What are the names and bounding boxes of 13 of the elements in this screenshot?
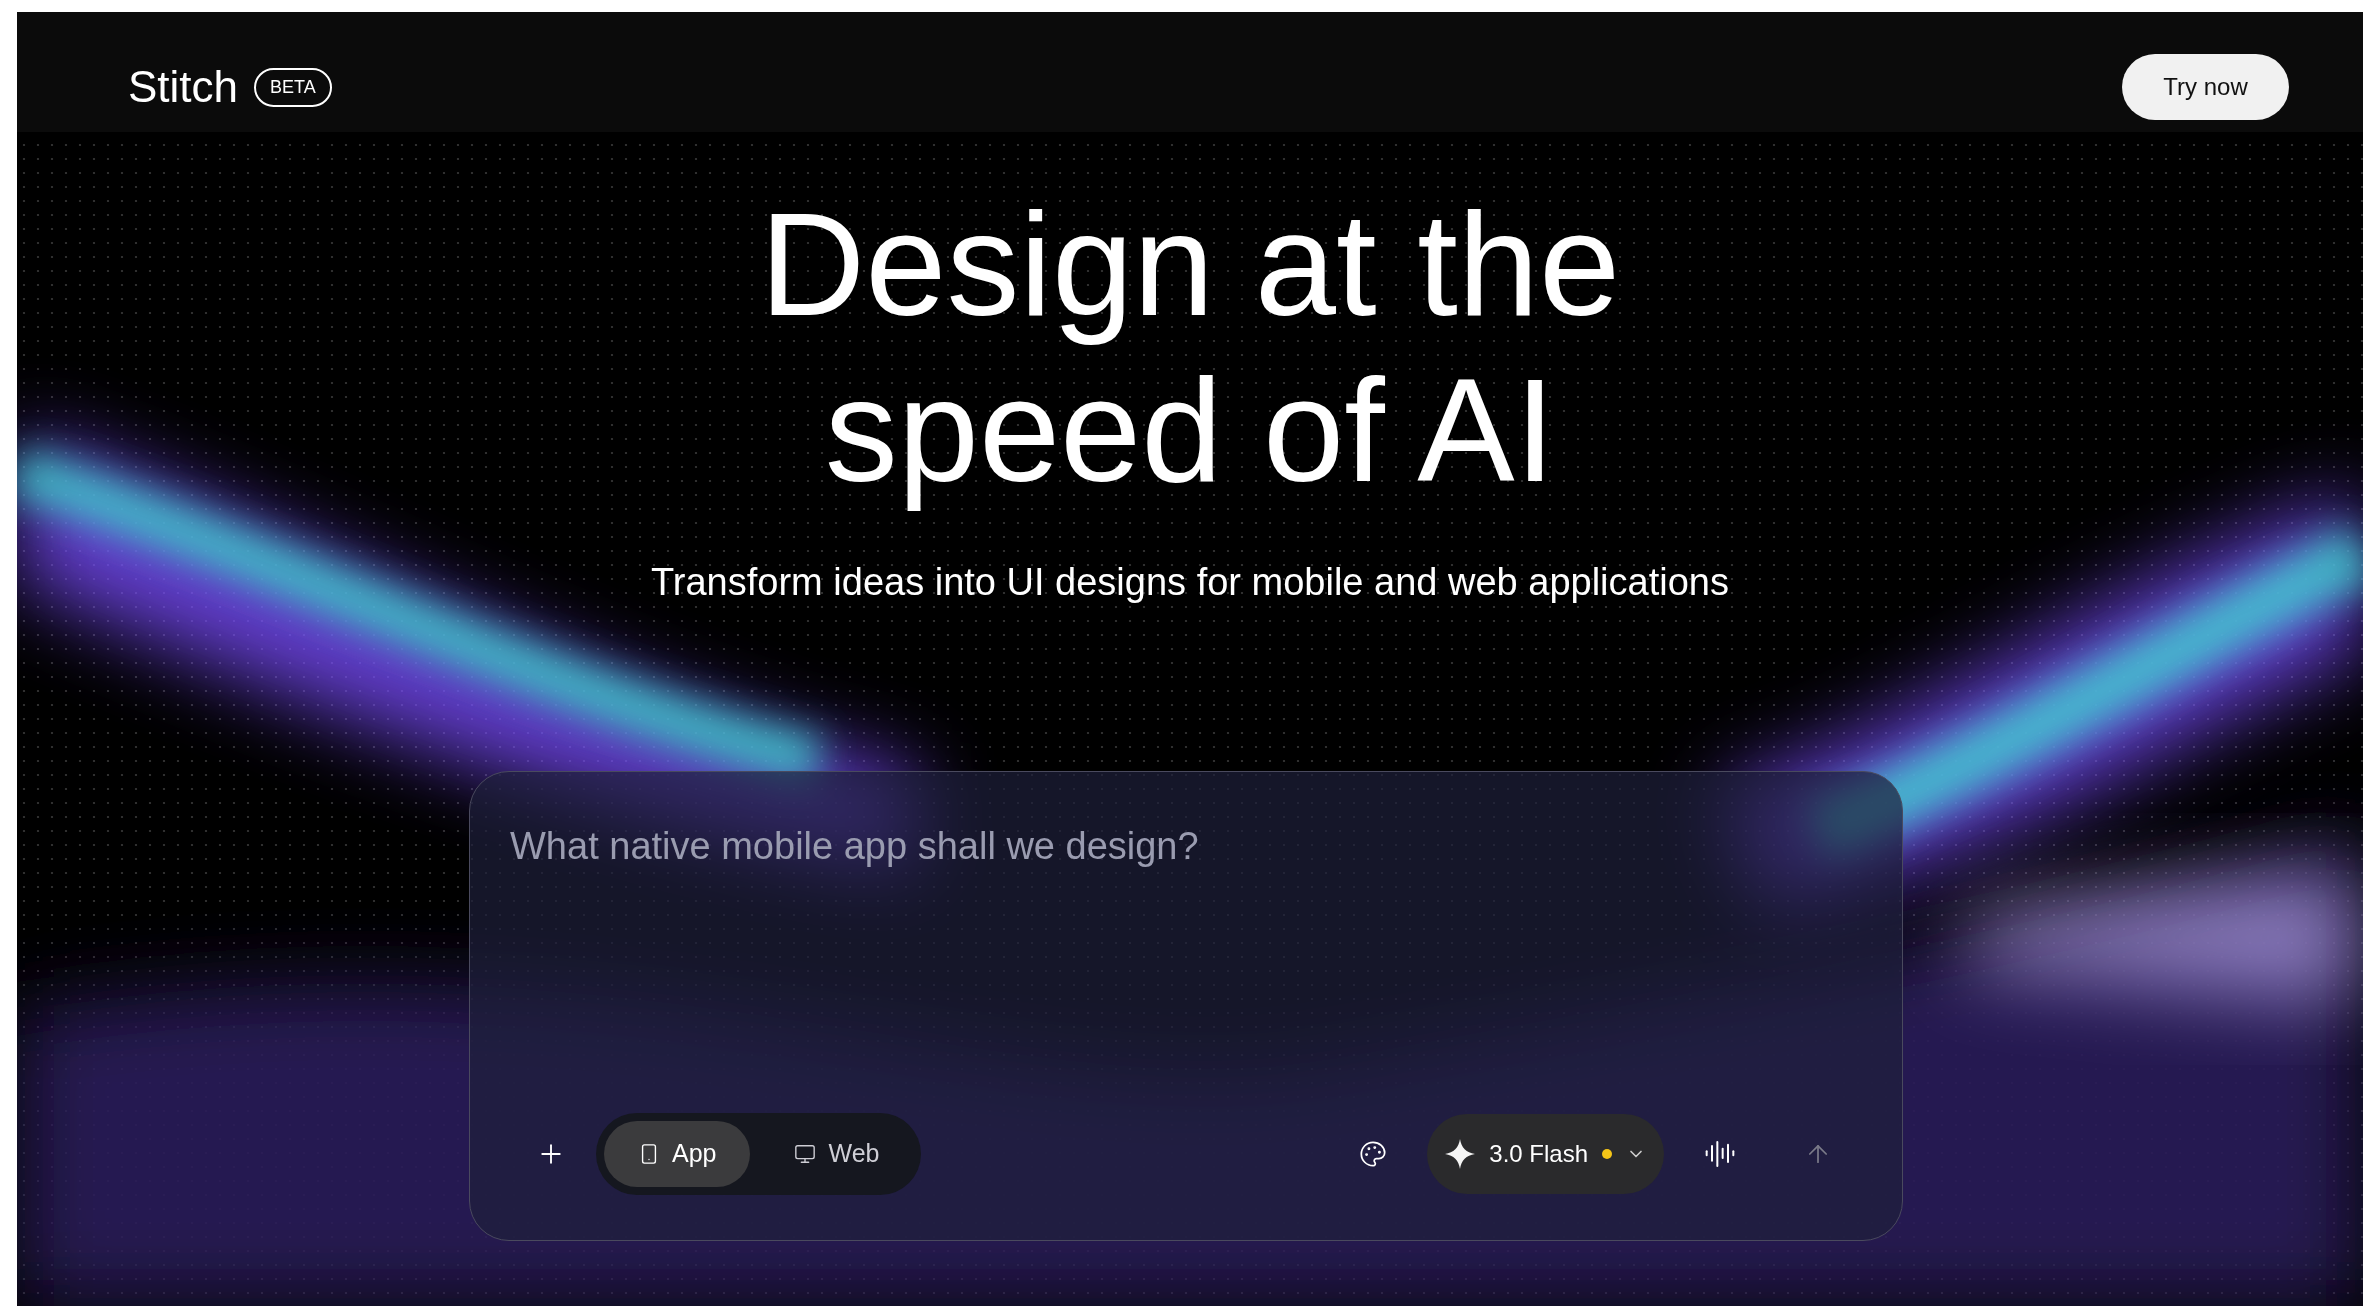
logo-text: Stitch [128,61,239,113]
prompt-input[interactable]: What native mobile app shall we design? [510,818,1862,875]
hero-subtitle: Transform ideas into UI designs for mobile and web applications [651,560,1729,605]
palette-icon[interactable] [1359,1140,1388,1168]
beta-label: BETA [254,67,332,107]
model-selector[interactable]: 3.0 Flash [1427,1114,1664,1194]
hero-title: Design at the speed of AI [759,182,1621,514]
voice-wave-icon[interactable] [1704,1138,1736,1170]
mode-tab[interactable]: App [604,1121,751,1187]
sparkle-icon [1445,1139,1476,1169]
mode-tab[interactable]: Web [760,1121,914,1187]
try-now-button[interactable]: Try now [2122,54,2289,120]
monitor-icon [794,1143,817,1165]
